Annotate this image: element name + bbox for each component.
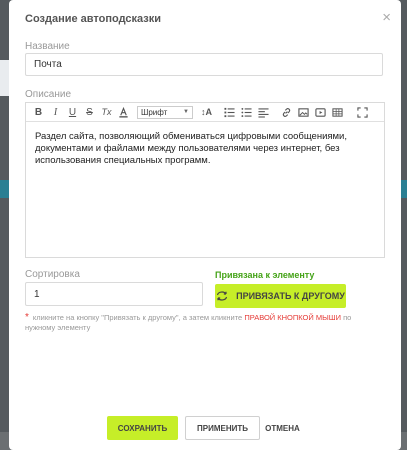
sort-input[interactable]: 1: [25, 282, 203, 306]
cancel-button[interactable]: ОТМЕНА: [265, 416, 300, 440]
save-button[interactable]: СОХРАНИТЬ: [107, 416, 178, 440]
fullscreen-icon[interactable]: [354, 104, 371, 121]
bind-button-label: ПРИВЯЗАТЬ К ДРУГОМУ: [236, 291, 345, 301]
hint-text-before: кликните на кнопку "Привязать к другому"…: [32, 313, 245, 322]
bind-to-another-button[interactable]: ПРИВЯЗАТЬ К ДРУГОМУ: [215, 284, 346, 308]
linked-status: Привязана к элементу: [215, 270, 315, 280]
align-icon[interactable]: [255, 104, 272, 121]
unordered-list-icon[interactable]: [238, 104, 255, 121]
background-page-fragment: [401, 180, 407, 198]
description-label: Описание: [25, 89, 72, 100]
font-select-value: Шрифт: [141, 107, 168, 117]
hint-highlight: ПРАВОЙ КНОПКОЙ МЫШИ: [244, 313, 342, 322]
strikethrough-icon[interactable]: S: [81, 104, 98, 121]
name-label: Название: [25, 41, 70, 52]
autohint-modal: Создание автоподсказки × Название Почта …: [9, 0, 401, 450]
underline-icon[interactable]: U: [64, 104, 81, 121]
font-select[interactable]: Шрифт ▼: [137, 105, 193, 119]
apply-button[interactable]: ПРИМЕНИТЬ: [185, 416, 260, 440]
modal-title: Создание автоподсказки: [25, 13, 162, 25]
hint-text: * кликните на кнопку "Привязать к другому…: [25, 313, 381, 333]
italic-icon[interactable]: I: [47, 104, 64, 121]
editor-toolbar: B I U S Tx Шрифт ▼ ↕A: [26, 103, 384, 122]
editor-content[interactable]: Раздел сайта, позволяющий обмениваться ц…: [26, 122, 384, 176]
description-editor: B I U S Tx Шрифт ▼ ↕A Раздел сайта, позв…: [25, 102, 385, 258]
background-page-fragment: [0, 60, 9, 96]
ordered-list-icon[interactable]: [221, 104, 238, 121]
link-icon[interactable]: [278, 104, 295, 121]
video-icon[interactable]: [312, 104, 329, 121]
bold-icon[interactable]: B: [30, 104, 47, 121]
chevron-down-icon: ▼: [183, 109, 189, 115]
table-icon[interactable]: [329, 104, 346, 121]
background-page-fragment: [0, 180, 9, 198]
hint-star: *: [25, 312, 29, 323]
text-color-icon[interactable]: [115, 104, 132, 121]
close-icon[interactable]: ×: [382, 10, 391, 25]
sort-label: Сортировка: [25, 269, 80, 280]
clear-format-icon[interactable]: Tx: [98, 104, 115, 121]
font-size-icon[interactable]: ↕A: [198, 104, 215, 121]
image-icon[interactable]: [295, 104, 312, 121]
name-input[interactable]: Почта: [25, 53, 383, 76]
refresh-icon: [217, 291, 228, 301]
